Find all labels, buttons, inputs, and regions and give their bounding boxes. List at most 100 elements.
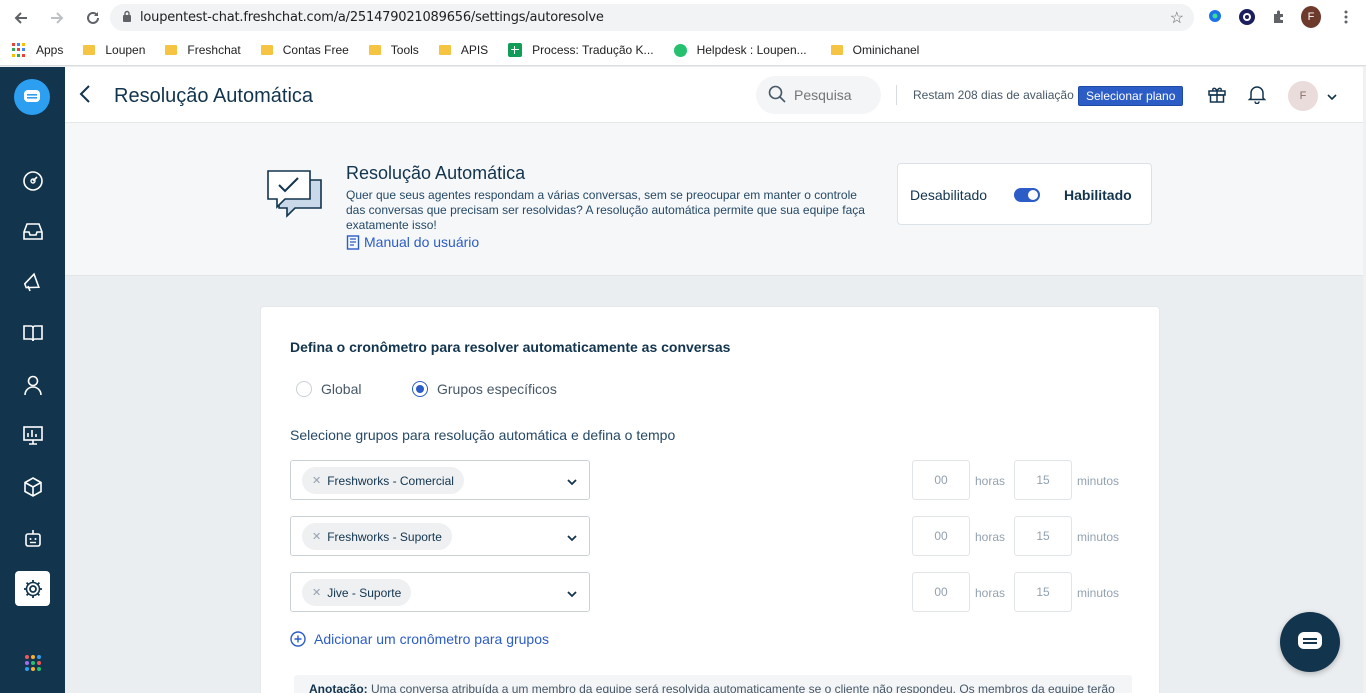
reports-chart-icon[interactable] <box>17 419 49 451</box>
radio-groups-circle[interactable] <box>412 381 428 397</box>
user-avatar[interactable]: F <box>1288 81 1318 111</box>
search-field[interactable] <box>756 76 881 114</box>
groups-label: Selecione grupos para resolução automáti… <box>290 427 676 443</box>
campaigns-megaphone-icon[interactable] <box>17 267 49 299</box>
freshchat-logo-icon[interactable] <box>14 79 50 115</box>
group-select[interactable]: ✕ Jive - Suporte <box>290 572 590 612</box>
toggle-knob <box>1028 190 1038 200</box>
toggle-disabled-label: Desabilitado <box>910 187 988 203</box>
settings-gear-icon[interactable] <box>15 571 50 606</box>
page-title: Resolução Automática <box>114 85 314 107</box>
sheets-icon <box>508 43 523 57</box>
extensions-puzzle-icon[interactable] <box>1269 7 1289 27</box>
group-select[interactable]: ✕ Freshworks - Comercial <box>290 460 590 500</box>
bookmark-tools[interactable]: Tools <box>368 43 419 57</box>
folder-icon <box>368 45 381 55</box>
chat-bubble-icon <box>1297 631 1323 653</box>
folder-icon <box>830 45 843 55</box>
bookmark-helpdesk[interactable]: Helpdesk : Loupen... <box>673 43 807 57</box>
remove-chip-icon[interactable]: ✕ <box>312 530 321 543</box>
minutes-input[interactable]: 15 <box>1014 572 1072 612</box>
forward-arrow-icon[interactable] <box>46 7 68 29</box>
chevron-down-icon[interactable] <box>567 530 577 545</box>
bookmark-apis[interactable]: APIS <box>438 43 488 57</box>
bookmark-loupen[interactable]: Loupen <box>83 43 145 57</box>
remove-chip-icon[interactable]: ✕ <box>312 474 321 487</box>
notifications-bell-icon[interactable] <box>1247 84 1267 105</box>
chevron-down-icon[interactable] <box>567 586 577 601</box>
book-icon <box>346 234 360 250</box>
settings-heading: Defina o cronômetro para resolver automa… <box>290 339 731 355</box>
intro-title: Resolução Automática <box>346 163 526 183</box>
note-text: Uma conversa atribuída a um membro da eq… <box>371 682 1115 693</box>
hours-label: horas <box>975 586 1006 600</box>
search-icon <box>768 85 786 106</box>
minutes-label: minutos <box>1077 474 1120 488</box>
autoresolve-toggle-switch[interactable] <box>1014 188 1040 202</box>
folder-icon <box>260 45 273 55</box>
apps-cube-icon[interactable] <box>17 471 49 503</box>
contacts-person-icon[interactable] <box>17 369 49 401</box>
plus-circle-icon <box>290 631 306 647</box>
extension-location-icon[interactable] <box>1205 7 1225 27</box>
header-divider <box>896 85 897 105</box>
apps-grid-icon <box>12 43 26 57</box>
lock-icon <box>122 10 132 25</box>
bookmark-process[interactable]: Process: Tradução K... <box>508 43 654 57</box>
bookmark-apps[interactable]: Apps <box>12 43 63 57</box>
knowledge-base-book-icon[interactable] <box>17 317 49 349</box>
folder-icon <box>438 45 451 55</box>
reload-icon[interactable] <box>82 7 104 29</box>
annotation-note: Anotação: Uma conversa atribuída a um me… <box>294 675 1132 693</box>
app-sidebar <box>0 67 65 693</box>
bookmark-ominichanel[interactable]: Ominichanel <box>830 43 919 57</box>
minutes-label: minutos <box>1077 586 1120 600</box>
group-chip: ✕ Freshworks - Suporte <box>302 523 452 550</box>
dashboard-icon[interactable] <box>17 165 49 197</box>
back-arrow-icon[interactable] <box>10 7 32 29</box>
chat-resolved-icon <box>267 168 323 223</box>
back-chevron-icon[interactable] <box>79 84 99 106</box>
chevron-down-icon[interactable] <box>567 474 577 489</box>
group-chip: ✕ Freshworks - Comercial <box>302 467 464 494</box>
hours-input[interactable]: 00 <box>912 572 970 612</box>
minutes-input[interactable]: 15 <box>1014 516 1072 556</box>
hours-input[interactable]: 00 <box>912 460 970 500</box>
folder-icon <box>165 45 178 55</box>
bookmarks-bar: Apps Loupen Freshchat Contas Free Tools … <box>0 35 1366 66</box>
search-input[interactable] <box>794 87 864 103</box>
minutes-input[interactable]: 15 <box>1014 460 1072 500</box>
address-bar[interactable]: loupentest-chat.freshchat.com/a/25147902… <box>110 4 1194 31</box>
gift-icon[interactable] <box>1207 84 1227 104</box>
add-group-timer-link[interactable]: Adicionar um cronômetro para grupos <box>290 631 549 647</box>
freshdesk-icon <box>673 43 687 57</box>
product-switcher-icon[interactable] <box>17 647 49 679</box>
inbox-icon[interactable] <box>17 215 49 247</box>
hours-label: horas <box>975 474 1006 488</box>
select-plan-button[interactable]: Selecionar plano <box>1078 86 1184 106</box>
browser-menu-icon[interactable] <box>1336 7 1356 27</box>
profile-avatar[interactable]: F <box>1301 6 1321 28</box>
minutes-label: minutos <box>1077 530 1120 544</box>
intro-description: Quer que seus agentes respondam a várias… <box>346 188 865 232</box>
group-chip: ✕ Jive - Suporte <box>302 579 412 606</box>
chat-launcher-button[interactable] <box>1280 612 1340 672</box>
user-manual-link[interactable]: Manual do usuário <box>346 234 479 250</box>
browser-toolbar: loupentest-chat.freshchat.com/a/25147902… <box>0 0 1366 35</box>
extension-eye-icon[interactable] <box>1237 7 1257 27</box>
radio-specific-groups[interactable]: Grupos específicos <box>412 381 557 397</box>
radio-global-circle[interactable] <box>296 381 312 397</box>
radio-global[interactable]: Global <box>296 381 361 397</box>
bookmark-freshchat[interactable]: Freshchat <box>165 43 241 57</box>
remove-chip-icon[interactable]: ✕ <box>312 586 321 599</box>
folder-icon <box>83 45 96 55</box>
bookmark-star-icon[interactable]: ☆ <box>1170 8 1184 28</box>
trial-remaining-text: Restam 208 dias de avaliação <box>913 88 1074 102</box>
page-header: Resolução Automática Restam 208 dias de … <box>65 67 1366 123</box>
bot-icon[interactable] <box>17 522 49 554</box>
bookmark-contas-free[interactable]: Contas Free <box>260 43 349 57</box>
note-label: Anotação: <box>309 682 368 693</box>
group-select[interactable]: ✕ Freshworks - Suporte <box>290 516 590 556</box>
hours-input[interactable]: 00 <box>912 516 970 556</box>
chevron-down-icon[interactable] <box>1327 89 1337 104</box>
